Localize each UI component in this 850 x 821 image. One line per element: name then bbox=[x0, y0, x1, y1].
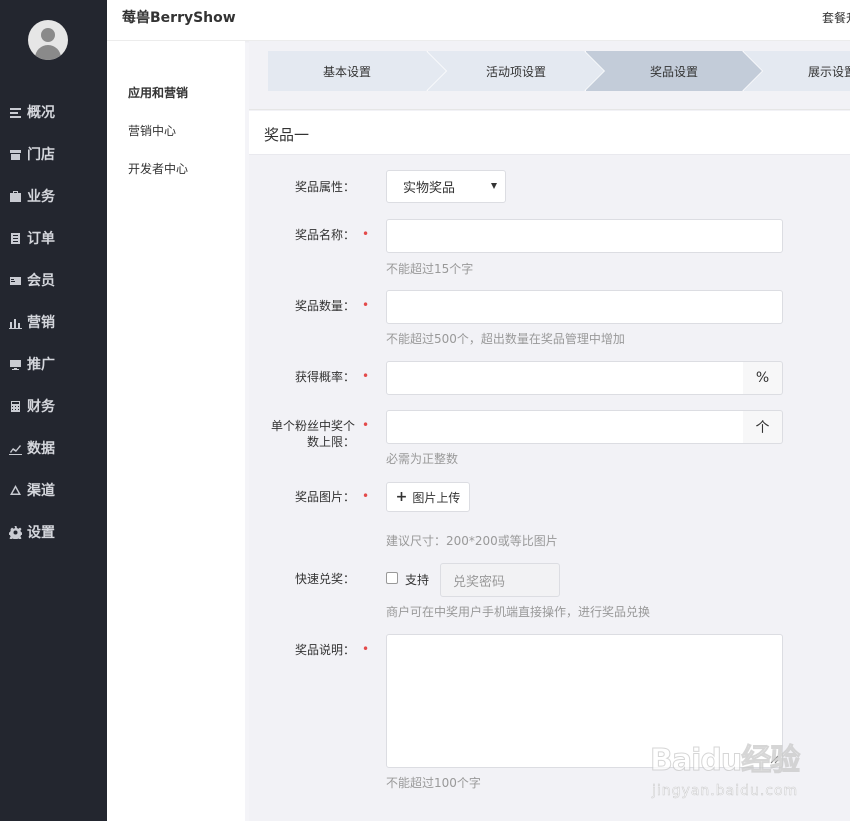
resize-handle-icon[interactable] bbox=[770, 755, 779, 764]
step-label: 活动项设置 bbox=[485, 64, 546, 79]
step-prize-settings[interactable]: 奖品设置 bbox=[586, 51, 763, 91]
subnav-link-marketing-center[interactable]: 营销中心 bbox=[128, 122, 176, 139]
quick-redeem-label: 快速兑奖： bbox=[294, 572, 355, 586]
prize-card-title: 奖品一 bbox=[264, 126, 310, 144]
prize-image-hint: 建议尺寸：200*200或等比图片 bbox=[386, 534, 558, 548]
sidebar-item-label: 订单 bbox=[27, 231, 55, 247]
step-basic-settings[interactable]: 基本设置 bbox=[268, 51, 447, 91]
avatar[interactable] bbox=[28, 20, 68, 60]
sidebar-item-data[interactable]: 数据 bbox=[0, 427, 107, 469]
redeem-code-input[interactable]: 兑奖密码 bbox=[440, 563, 560, 597]
sidebar-item-label: 财务 bbox=[27, 399, 55, 415]
sidebar-item-label: 门店 bbox=[27, 147, 55, 163]
bar-chart-icon bbox=[9, 316, 22, 329]
redeem-code-placeholder: 兑奖密码 bbox=[453, 574, 506, 590]
channel-icon bbox=[9, 484, 22, 497]
prize-qty-input[interactable] bbox=[386, 290, 783, 324]
required-marker: • bbox=[362, 418, 370, 432]
quick-redeem-checkbox-label: 支持 bbox=[405, 573, 430, 587]
sidebar-item-channel[interactable]: 渠道 bbox=[0, 469, 107, 511]
step-arrow bbox=[426, 51, 446, 91]
main-sidebar: 概况 门店 业务 订单 会员 营销 推广 财务 数据 渠道 设置 bbox=[0, 0, 107, 821]
quick-redeem-hint: 商户可在中奖用户手机端直接操作，进行奖品兑换 bbox=[386, 605, 651, 619]
prize-image-label: 奖品图片： bbox=[294, 490, 355, 504]
sidebar-item-settings[interactable]: 设置 bbox=[0, 511, 107, 553]
store-icon bbox=[9, 148, 22, 161]
sidebar-item-marketing[interactable]: 营销 bbox=[0, 301, 107, 343]
prize-name-input[interactable] bbox=[386, 219, 783, 253]
required-marker: • bbox=[362, 369, 370, 383]
overview-icon bbox=[9, 106, 22, 119]
briefcase-icon bbox=[9, 190, 22, 203]
step-label: 奖品设置 bbox=[649, 64, 698, 79]
package-upgrade-link[interactable]: 套餐升 bbox=[822, 9, 850, 26]
brand-title: 莓兽BerryShow bbox=[122, 10, 236, 26]
sidebar-item-finance[interactable]: 财务 bbox=[0, 385, 107, 427]
sidebar-item-label: 数据 bbox=[27, 441, 55, 457]
prize-desc-hint: 不能超过100个字 bbox=[386, 776, 481, 790]
required-marker: • bbox=[362, 298, 370, 312]
sidebar-item-promotion[interactable]: 推广 bbox=[0, 343, 107, 385]
prize-desc-label: 奖品说明： bbox=[294, 643, 355, 657]
subnav-link-developer-center[interactable]: 开发者中心 bbox=[128, 160, 188, 177]
step-label: 展示设置 bbox=[807, 64, 850, 79]
step-label: 基本设置 bbox=[322, 64, 371, 79]
step-arrow bbox=[742, 51, 762, 91]
required-marker: • bbox=[362, 642, 370, 656]
sidebar-item-business[interactable]: 业务 bbox=[0, 175, 107, 217]
calculator-icon bbox=[9, 400, 22, 413]
line-chart-icon bbox=[9, 442, 22, 455]
image-upload-button[interactable]: + 图片上传 bbox=[386, 482, 470, 512]
order-icon bbox=[9, 232, 22, 245]
sidebar-item-member[interactable]: 会员 bbox=[0, 259, 107, 301]
prize-attr-value: 实物奖品 bbox=[403, 181, 456, 196]
sidebar-item-store[interactable]: 门店 bbox=[0, 133, 107, 175]
unit-addon: 个 bbox=[743, 410, 783, 444]
sidebar-item-label: 业务 bbox=[27, 189, 55, 205]
step-arrow bbox=[584, 51, 604, 91]
avatar-body bbox=[35, 45, 61, 60]
prize-attr-label: 奖品属性： bbox=[294, 180, 355, 194]
divider bbox=[249, 109, 850, 110]
prize-desc-textarea[interactable] bbox=[386, 634, 783, 768]
limit-label-line2: 数上限： bbox=[306, 435, 355, 449]
caret-down-icon bbox=[491, 183, 497, 189]
avatar-head bbox=[41, 28, 55, 42]
plus-icon: + bbox=[395, 489, 408, 505]
sidebar-item-overview[interactable]: 概况 bbox=[0, 91, 107, 133]
subnav-group-title: 应用和营销 bbox=[128, 86, 189, 100]
prize-qty-label: 奖品数量： bbox=[294, 299, 355, 313]
sidebar-item-label: 设置 bbox=[27, 525, 55, 541]
probability-label: 获得概率： bbox=[294, 370, 355, 384]
member-card-icon bbox=[9, 274, 22, 287]
required-marker: • bbox=[362, 227, 370, 241]
step-activity-items[interactable]: 活动项设置 bbox=[428, 51, 605, 91]
prize-name-label: 奖品名称： bbox=[294, 228, 355, 242]
sidebar-item-label: 营销 bbox=[27, 315, 55, 331]
secondary-sidebar: 应用和营销 营销中心 开发者中心 bbox=[107, 41, 245, 821]
per-fan-limit-input[interactable] bbox=[386, 410, 744, 444]
sidebar-item-order[interactable]: 订单 bbox=[0, 217, 107, 259]
gear-icon bbox=[9, 525, 22, 539]
monitor-icon bbox=[9, 358, 22, 371]
limit-label-line1: 单个粉丝中奖个 bbox=[270, 419, 355, 433]
sidebar-item-label: 推广 bbox=[27, 357, 55, 373]
prize-card-header: 奖品一 - bbox=[249, 111, 850, 155]
prize-qty-hint: 不能超过500个，超出数量在奖品管理中增加 bbox=[386, 332, 625, 346]
sidebar-nav: 概况 门店 业务 订单 会员 营销 推广 财务 数据 渠道 设置 bbox=[0, 91, 107, 553]
sidebar-item-label: 会员 bbox=[27, 273, 55, 289]
per-fan-limit-hint: 必需为正整数 bbox=[386, 452, 459, 466]
prize-name-hint: 不能超过15个字 bbox=[386, 262, 474, 276]
step-wizard: 基本设置 活动项设置 奖品设置 展示设置 bbox=[268, 51, 850, 91]
prize-attr-select[interactable]: 实物奖品 bbox=[386, 170, 506, 203]
quick-redeem-checkbox[interactable] bbox=[386, 572, 398, 584]
sidebar-item-label: 渠道 bbox=[27, 483, 55, 499]
probability-input[interactable] bbox=[386, 361, 744, 395]
percent-addon: % bbox=[743, 361, 783, 395]
sidebar-item-label: 概况 bbox=[27, 105, 55, 121]
required-marker: • bbox=[362, 489, 370, 503]
upload-button-label: 图片上传 bbox=[412, 490, 461, 505]
top-header: 莓兽BerryShow 套餐升 bbox=[107, 0, 850, 41]
main-content: 基本设置 活动项设置 奖品设置 展示设置 奖品一 - 奖品属性： 实物奖品 奖品… bbox=[249, 41, 850, 821]
